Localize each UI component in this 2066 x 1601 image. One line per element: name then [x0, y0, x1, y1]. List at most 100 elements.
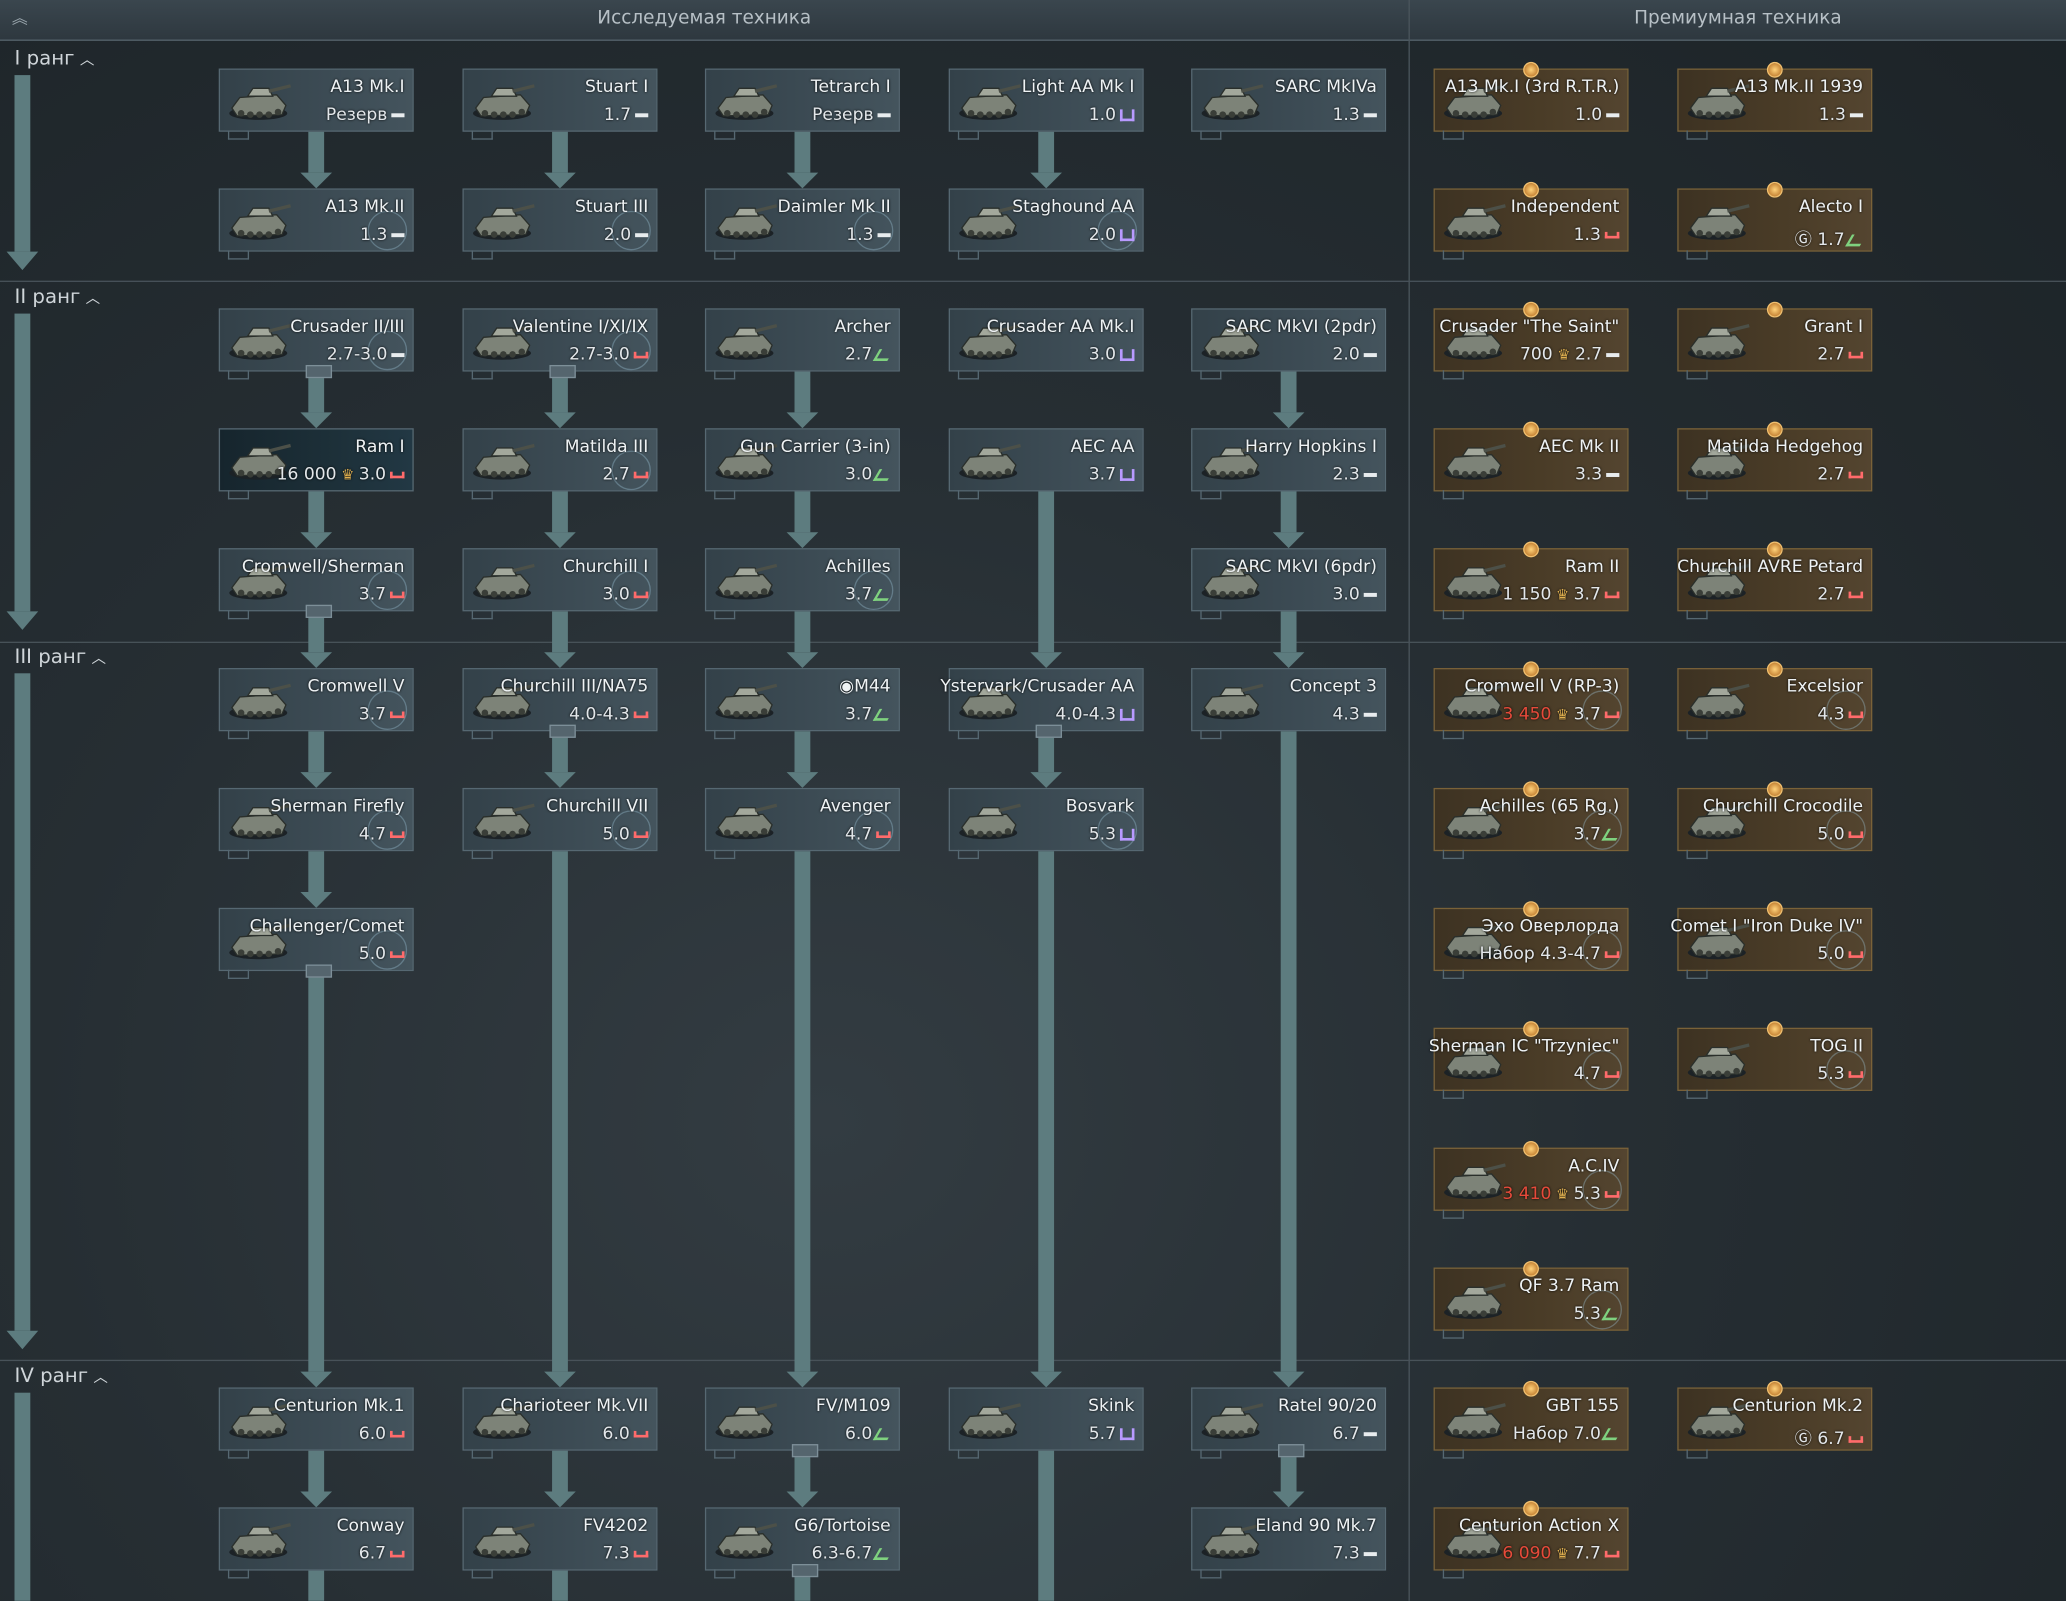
vehicle-card-ratel-90-20[interactable]: Ratel 90/20 6.7	[1191, 1387, 1387, 1459]
vehicle-card-churchill-iii-na75[interactable]: Churchill III/NA75 4.0-4.3	[462, 668, 658, 740]
battle-rating: 5.3	[1089, 825, 1135, 845]
br-value: 7.3	[602, 1544, 630, 1564]
vehicle-card-cromwell-sherman[interactable]: Cromwell/Sherman 3.7	[218, 548, 414, 620]
vehicle-card-avenger[interactable]: Avenger 4.7	[704, 787, 900, 860]
connector-arrow	[1030, 652, 1062, 669]
vehicle-card-a13-mk-i[interactable]: A13 Mk.I Резерв	[218, 68, 414, 140]
vehicle-card-g6-tortoise[interactable]: G6/Tortoise 6.3-6.7	[704, 1507, 900, 1579]
vehicle-card-archer[interactable]: Archer 2.7	[704, 308, 900, 380]
group-folder-icon[interactable]	[549, 364, 576, 379]
vehicle-card-tetrarch-i[interactable]: Tetrarch I Резерв	[704, 68, 900, 140]
vehicle-card-daimler-mk-ii[interactable]: Daimler Mk II 1.3	[704, 188, 900, 260]
group-folder-icon[interactable]	[305, 364, 333, 379]
rank-1-label[interactable]: I ранг ︿	[14, 46, 94, 70]
vehicle-name: Ram II	[1565, 557, 1620, 578]
vehicle-card-charioteer-mk-vii[interactable]: Charioteer Mk.VII 6.0	[462, 1387, 658, 1459]
vehicle-card-a13-mk-i-3rd-r-t-r[interactable]: A13 Mk.I (3rd R.T.R.) 1.0	[1433, 61, 1629, 140]
vehicle-card-centurion-mk-2[interactable]: Centurion Mk.2 Ⓖ 6.7	[1677, 1380, 1873, 1459]
vehicle-card-comet-i-iron-duke-iv[interactable]: Comet I "Iron Duke IV" 5.0	[1670, 901, 1873, 979]
vehicle-card-centurion-mk-1[interactable]: Centurion Mk.1 6.0	[218, 1387, 414, 1459]
vehicle-card-independent[interactable]: Independent 1.3	[1433, 181, 1629, 260]
vehicle-card-cromwell-v-rp-3[interactable]: Cromwell V (RP-3) 3 450 ♛ 3.7	[1433, 661, 1629, 740]
vehicle-card-a13-mk-ii[interactable]: A13 Mk.II 1.3	[218, 188, 414, 260]
vehicle-card-sarc-mkvi-2pdr[interactable]: SARC MkVI (2pdr) 2.0	[1191, 308, 1387, 380]
vehicle-card-crusader-aa-mk-i[interactable]: Crusader AA Mk.I 3.0	[948, 308, 1144, 380]
vehicle-card-sarc-mkiva[interactable]: SARC MkIVa 1.3	[1191, 68, 1387, 140]
group-folder-icon[interactable]	[305, 604, 333, 618]
vehicle-card-alecto-i[interactable]: Alecto I Ⓖ 1.7	[1677, 181, 1873, 260]
vehicle-card-cromwell-v[interactable]: Cromwell V 3.7	[218, 668, 414, 740]
connector-arrow	[544, 412, 576, 429]
vehicle-card-light-aa-mk-i[interactable]: Light AA Mk I 1.0	[948, 68, 1144, 140]
group-folder-icon[interactable]	[1278, 1444, 1305, 1458]
vehicle-card-ystervark-crusader-aa[interactable]: Ystervark/Crusader AA 4.0-4.3	[940, 668, 1144, 740]
vehicle-card-gbt-155[interactable]: GBT 155 Набор 7.0	[1433, 1380, 1629, 1459]
vehicle-card-churchill-avre-petard[interactable]: Churchill AVRE Petard 2.7	[1677, 541, 1873, 620]
vehicle-card-matilda-hedgehog[interactable]: Matilda Hedgehog 2.7	[1677, 421, 1873, 500]
group-folder-icon[interactable]	[791, 1444, 819, 1458]
vehicle-card-harry-hopkins-i[interactable]: Harry Hopkins I 2.3	[1191, 428, 1387, 500]
rank-2-label[interactable]: II ранг ︿	[14, 285, 100, 309]
premium-gem-icon	[1523, 61, 1539, 78]
rank-4-label[interactable]: IV ранг ︿	[14, 1364, 107, 1388]
vehicle-card-churchill-crocodile[interactable]: Churchill Crocodile 5.0	[1677, 781, 1873, 860]
vehicle-card-m44[interactable]: ◉M44 3.7	[704, 668, 900, 740]
br-value: 3.7	[1573, 704, 1601, 725]
br-value: 1.3	[1818, 105, 1846, 126]
group-folder-icon[interactable]	[305, 964, 333, 978]
vehicle-card-churchill-vii[interactable]: Churchill VII 5.0	[462, 787, 658, 860]
vehicle-card-sherman-firefly[interactable]: Sherman Firefly 4.7	[218, 787, 414, 860]
vehicle-card-bosvark[interactable]: Bosvark 5.3	[948, 787, 1144, 860]
premium-gem-icon	[1523, 421, 1539, 438]
vehicle-card-a13-mk-ii-1939[interactable]: A13 Mk.II 1939 1.3	[1677, 61, 1873, 140]
group-folder-icon[interactable]	[791, 1563, 819, 1578]
vehicle-card-conway[interactable]: Conway 6.7	[218, 1507, 414, 1579]
vehicle-card-crusader-ii-iii[interactable]: Crusader II/III 2.7-3.0	[218, 308, 414, 380]
vehicle-name: Centurion Mk.2	[1732, 1396, 1864, 1417]
vehicle-card-matilda-iii[interactable]: Matilda III 2.7	[462, 428, 658, 500]
battle-rating: 1 150 ♛ 3.7	[1502, 585, 1620, 605]
vehicle-card-centurion-action-x[interactable]: Centurion Action X 6 090 ♛ 7.7	[1433, 1500, 1629, 1579]
vehicle-class-icon	[1848, 831, 1864, 838]
vehicle-card-sherman-ic-trzyniec[interactable]: Sherman IC "Trzyniec" 4.7	[1429, 1021, 1629, 1099]
group-folder-icon[interactable]	[1035, 724, 1062, 738]
vehicle-class-icon	[1119, 1428, 1135, 1441]
slot-tab	[1200, 370, 1222, 380]
vehicle-card-fv-m109[interactable]: FV/M109 6.0	[704, 1387, 900, 1459]
slot-tab	[227, 250, 250, 260]
vehicle-card-a-c-iv[interactable]: A.C.IV 3 410 ♛ 5.3	[1433, 1141, 1629, 1219]
br-value: 3.7	[1088, 465, 1117, 485]
vehicle-card-ram-i[interactable]: Ram I 16 000 ♛ 3.0	[218, 428, 414, 500]
vehicle-card-churchill-i[interactable]: Churchill I 3.0	[462, 548, 658, 620]
vehicle-card-grant-i[interactable]: Grant I 2.7	[1677, 301, 1873, 380]
vehicle-card-sarc-mkvi-6pdr[interactable]: SARC MkVI (6pdr) 3.0	[1191, 548, 1387, 620]
vehicle-card-aec-mk-ii[interactable]: AEC Mk II 3.3	[1433, 421, 1629, 500]
vehicle-card-tog-ii[interactable]: TOG II 5.3	[1677, 1021, 1873, 1099]
vehicle-card-excelsior[interactable]: Excelsior 4.3	[1677, 661, 1873, 740]
vehicle-card-stuart-i[interactable]: Stuart I 1.7	[462, 68, 658, 140]
vehicle-card-gun-carrier-3-in[interactable]: Gun Carrier (3-in) 3.0	[704, 428, 900, 500]
vehicle-card-ram-ii[interactable]: Ram II 1 150 ♛ 3.7	[1433, 541, 1629, 620]
vehicle-card-stuart-iii[interactable]: Stuart III 2.0	[462, 188, 658, 260]
battle-rating: 3.7	[1089, 465, 1135, 485]
rank-3-label[interactable]: III ранг ︿	[14, 644, 106, 668]
vehicle-card-fv4202[interactable]: FV4202 7.3	[462, 1507, 658, 1579]
vehicle-card-staghound-aa[interactable]: Staghound AA 2.0	[948, 188, 1144, 260]
vehicle-card-achilles-65-rg[interactable]: Achilles (65 Rg.) 3.7	[1433, 781, 1629, 860]
premium-gem-icon	[1523, 181, 1539, 198]
vehicle-card-qf-3-7-ram[interactable]: QF 3.7 Ram 5.3	[1433, 1260, 1629, 1339]
group-folder-icon[interactable]	[549, 724, 576, 738]
vehicle-card-challenger-comet[interactable]: Challenger/Comet 5.0	[218, 907, 414, 979]
vehicle-card-эхо-оверлорда[interactable]: Эхо Оверлорда Набор 4.3-4.7	[1433, 901, 1629, 979]
tank-icon	[715, 204, 778, 240]
slot-tab	[227, 849, 250, 860]
vehicle-card-skink[interactable]: Skink 5.7	[948, 1387, 1144, 1459]
vehicle-card-crusader-the-saint[interactable]: Crusader "The Saint" 700 ♛ 2.7	[1433, 301, 1629, 380]
vehicle-card-valentine-i-xi-ix[interactable]: Valentine I/XI/IX 2.7-3.0	[462, 308, 658, 380]
gift-icon: Ⓖ	[1794, 230, 1812, 251]
vehicle-card-concept-3[interactable]: Concept 3 4.3	[1191, 668, 1387, 740]
vehicle-name: Daimler Mk II	[777, 197, 891, 218]
vehicle-card-aec-aa[interactable]: AEC AA 3.7	[948, 428, 1144, 500]
vehicle-card-eland-90-mk-7[interactable]: Eland 90 Mk.7 7.3	[1191, 1507, 1387, 1579]
vehicle-card-achilles[interactable]: Achilles 3.7	[704, 548, 900, 620]
